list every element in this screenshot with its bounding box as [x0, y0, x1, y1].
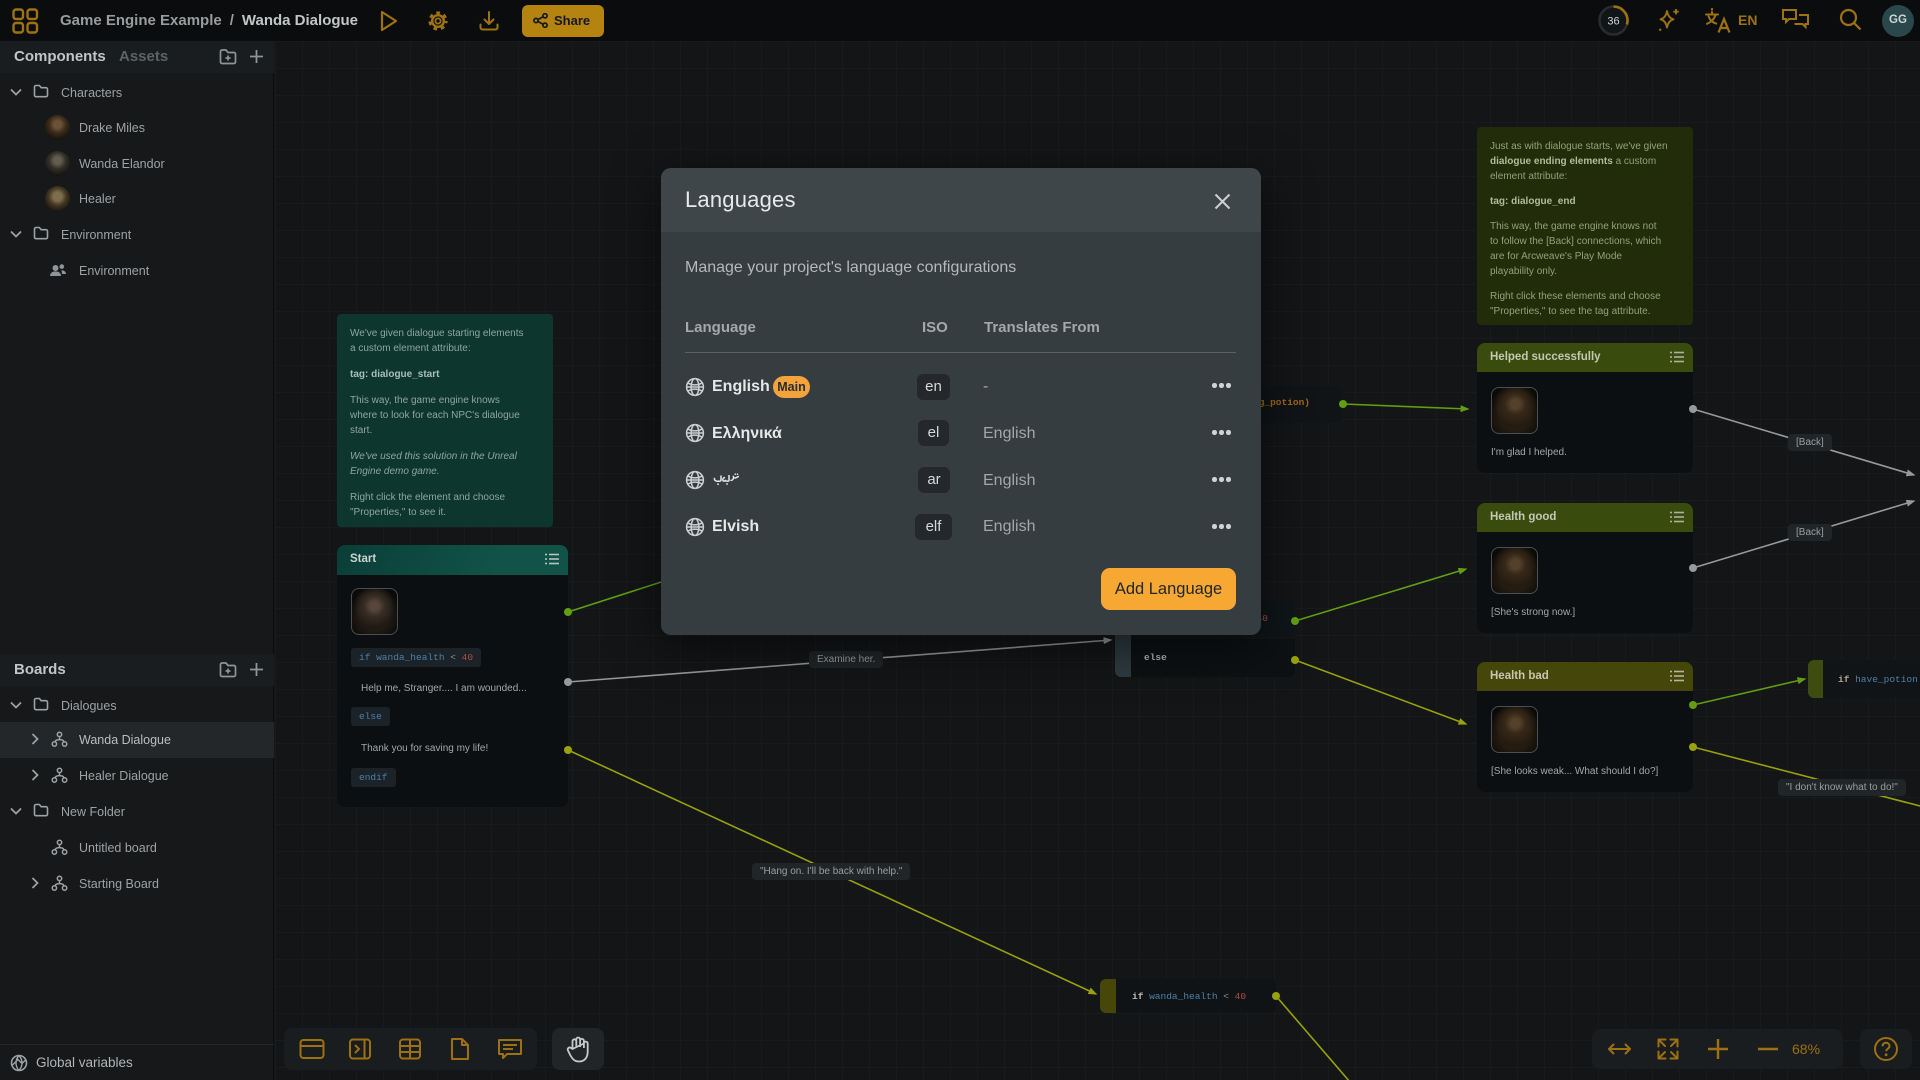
svg-text:36: 36 [1607, 16, 1619, 28]
